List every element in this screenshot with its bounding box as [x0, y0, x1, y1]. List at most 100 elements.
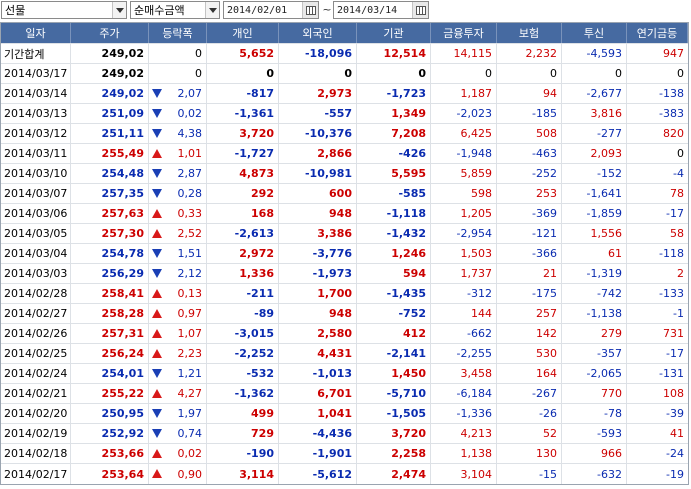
- cell-insurance: 21: [497, 264, 562, 283]
- column-header-price[interactable]: 주가: [71, 23, 149, 43]
- change-value: 1,21: [177, 367, 203, 380]
- table-row[interactable]: 2014/03/14 249,02 2,07 -817 2,973 -1,723 1,187…: [1, 84, 688, 104]
- table-row[interactable]: 2014/03/13 251,09 0,02 -1,361 -557 1,349 -2,02…: [1, 104, 688, 124]
- table-row[interactable]: 2014/03/11 255,49 1,01 -1,727 2,866 -426 -1,94…: [1, 144, 688, 164]
- cell-price: 258,41: [71, 284, 149, 303]
- cell-insurance: -463: [497, 144, 562, 163]
- cell-financial-investment: 14,115: [431, 44, 497, 63]
- table-row[interactable]: 2014/02/18 253,66 0,02 -190 -1,901 2,258 1,138…: [1, 444, 688, 464]
- table-row[interactable]: 2014/02/28 258,41 0,13 -211 1,700 -1,435 -312-…: [1, 284, 688, 304]
- table-row[interactable]: 2014/02/26 257,31 1,07 -3,015 2,580 412 -662 14…: [1, 324, 688, 344]
- table-row[interactable]: 2014/02/20 250,95 1,97 499 1,041 -1,505 -1,336…: [1, 404, 688, 424]
- table-row[interactable]: 2014/02/17 253,64 0,90 3,114 -5,612 2,474 3,10…: [1, 464, 688, 484]
- up-triangle-icon: [152, 309, 162, 318]
- cell-trust: 2,093: [562, 144, 627, 163]
- cell-institution: -1,118: [357, 204, 431, 223]
- table-row[interactable]: 2014/02/25 256,24 2,23 -2,252 4,431 -2,141 -2,…: [1, 344, 688, 364]
- toolbar: 선물 순매수금액 2014/02/01 ~ 2014/03/14: [0, 0, 691, 21]
- column-header-insurance[interactable]: 보험: [497, 23, 562, 43]
- cell-change: 4,27: [149, 384, 207, 403]
- table-row[interactable]: 2014/02/24 254,01 1,21 -532 -1,013 1,450 3,458…: [1, 364, 688, 384]
- cell-foreign: 0: [279, 64, 357, 83]
- cell-financial-investment: 0: [431, 64, 497, 83]
- cell-financial-investment: -662: [431, 324, 497, 343]
- cell-pension: -133: [659, 287, 684, 300]
- column-header-individual[interactable]: 개인: [207, 23, 279, 43]
- column-header-change[interactable]: 등락폭: [149, 23, 207, 43]
- cell-date: 2014/02/27: [1, 304, 71, 323]
- calendar-icon[interactable]: [412, 2, 428, 18]
- table-row[interactable]: 2014/03/10 254,48 2,87 4,873 -10,981 5,595 5,8…: [1, 164, 688, 184]
- cell-individual: 4,873: [207, 164, 279, 183]
- cell-change: 1,07: [149, 324, 207, 343]
- table-row[interactable]: 2014/03/12 251,11 4,38 3,720 -10,376 7,208 6,4…: [1, 124, 688, 144]
- cell-individual: 2,972: [207, 244, 279, 263]
- up-triangle-icon: [152, 389, 162, 398]
- cell-insurance: 508: [497, 124, 562, 143]
- metric-select[interactable]: 순매수금액: [130, 1, 220, 19]
- table-row[interactable]: 2014/03/04 254,78 1,51 2,972 -3,776 1,246 1,50…: [1, 244, 688, 264]
- cell-trust: 3,816: [562, 104, 627, 123]
- cell-financial-investment: 6,425: [431, 124, 497, 143]
- cell-insurance: -175: [497, 284, 562, 303]
- down-triangle-icon: [152, 89, 162, 98]
- column-header-date[interactable]: 일자: [1, 23, 71, 43]
- chevron-down-icon[interactable]: [112, 2, 126, 18]
- cell-trust: -78: [562, 404, 627, 423]
- change-value: 1,01: [177, 147, 203, 160]
- cell-individual: -532: [207, 364, 279, 383]
- from-date-field[interactable]: 2014/02/01: [223, 1, 319, 19]
- cell-change: 0,28: [149, 184, 207, 203]
- cell-foreign: -18,096: [279, 44, 357, 63]
- cell-financial-investment: 598: [431, 184, 497, 203]
- calendar-icon[interactable]: [302, 2, 318, 18]
- cell-pension: -118: [659, 247, 684, 260]
- cell-insurance: -185: [497, 104, 562, 123]
- cell-institution: 1,349: [357, 104, 431, 123]
- to-date-field[interactable]: 2014/03/14: [333, 1, 429, 19]
- up-triangle-icon: [152, 149, 162, 158]
- cell-change: 1,01: [149, 144, 207, 163]
- cell-change: 0: [149, 64, 207, 83]
- cell-foreign: 3,386: [279, 224, 357, 243]
- cell-date: 2014/02/21: [1, 384, 71, 403]
- table-row[interactable]: 2014/02/21 255,22 4,27 -1,362 6,701 -5,710 -6,…: [1, 384, 688, 404]
- table-row[interactable]: 2014/02/27 258,28 0,97 -89 948 -752 144 257 -1,1…: [1, 304, 688, 324]
- cell-trust: 279: [562, 324, 627, 343]
- summary-row[interactable]: 기간합계 249,02 0 5,652 -18,096 12,514 14,115 2,232…: [1, 44, 688, 64]
- down-triangle-icon: [152, 109, 162, 118]
- cell-insurance: -366: [497, 244, 562, 263]
- market-select[interactable]: 선물: [1, 1, 127, 19]
- cell-trust: -2,065: [562, 364, 627, 383]
- cell-insurance: 130: [497, 444, 562, 463]
- cell-insurance: 52: [497, 424, 562, 443]
- table-row[interactable]: 2014/03/07 257,35 0,28 292 600 -585 598 253 -1,6…: [1, 184, 688, 204]
- cell-financial-investment: -312: [431, 284, 497, 303]
- chevron-down-icon[interactable]: [205, 2, 219, 18]
- cell-change: 0,90: [149, 464, 207, 484]
- summary-row[interactable]: 2014/03/17 249,02 0 0 0 0 0 0 0 0: [1, 64, 688, 84]
- column-header-foreign[interactable]: 외국인: [279, 23, 357, 43]
- cell-trust: -4,593: [562, 44, 627, 63]
- cell-foreign: -3,776: [279, 244, 357, 263]
- table-row[interactable]: 2014/02/19 252,92 0,74 729 -4,436 3,720 4,213 5…: [1, 424, 688, 444]
- cell-pension: 58: [670, 227, 684, 240]
- cell-foreign: 600: [279, 184, 357, 203]
- table-row[interactable]: 2014/03/06 257,63 0,33 168 948 -1,118 1,205 -36…: [1, 204, 688, 224]
- column-header-institution[interactable]: 기관: [357, 23, 431, 43]
- cell-foreign: -1,973: [279, 264, 357, 283]
- up-triangle-icon: [152, 229, 162, 238]
- column-header-financial-investment[interactable]: 금융투자: [431, 23, 497, 43]
- table-row[interactable]: 2014/03/05 257,30 2,52 -2,613 3,386 -1,432 -2,…: [1, 224, 688, 244]
- column-header-trust[interactable]: 투신: [562, 23, 627, 43]
- cell-trust: 770: [562, 384, 627, 403]
- table-row[interactable]: 2014/03/03 256,29 2,12 1,336 -1,973 594 1,737 2…: [1, 264, 688, 284]
- cell-individual: -211: [207, 284, 279, 303]
- cell-individual: 168: [207, 204, 279, 223]
- cell-institution: 5,595: [357, 164, 431, 183]
- cell-individual: 1,336: [207, 264, 279, 283]
- cell-foreign: -1,901: [279, 444, 357, 463]
- column-header-pension[interactable]: 연기금등: [627, 23, 688, 43]
- cell-foreign: 2,580: [279, 324, 357, 343]
- down-triangle-icon: [152, 129, 162, 138]
